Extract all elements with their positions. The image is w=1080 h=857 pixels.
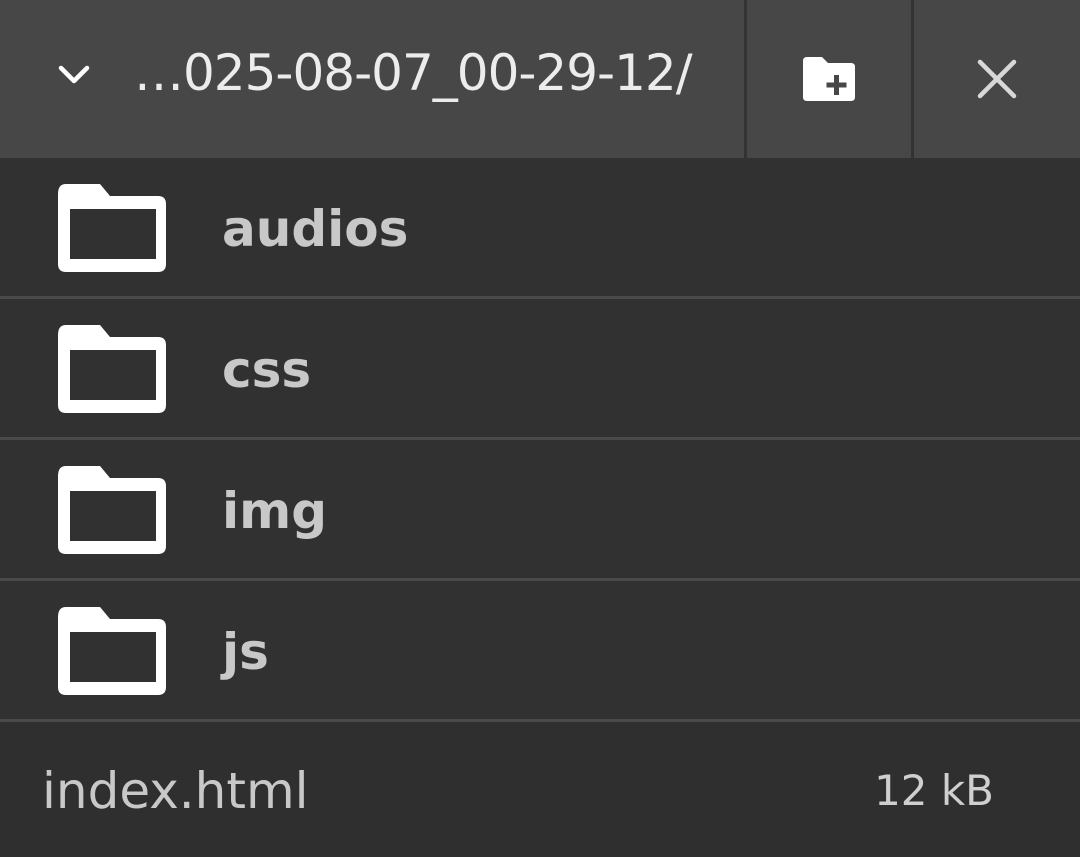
folder-name: audios bbox=[222, 200, 409, 258]
folder-name: css bbox=[222, 341, 312, 399]
header-bar: …025-08-07_00-29-12/ bbox=[0, 0, 1080, 158]
folder-icon bbox=[58, 466, 166, 554]
folder-name: img bbox=[222, 482, 328, 540]
file-row-index-html[interactable]: index.html 12 kB bbox=[0, 722, 1080, 857]
close-button[interactable] bbox=[914, 0, 1080, 158]
path-selector[interactable]: …025-08-07_00-29-12/ bbox=[0, 0, 744, 158]
new-folder-icon bbox=[803, 57, 855, 101]
new-folder-button[interactable] bbox=[747, 0, 911, 158]
folder-list: audios css img js bbox=[0, 158, 1080, 722]
chevron-down-icon[interactable] bbox=[56, 60, 92, 90]
folder-icon bbox=[58, 607, 166, 695]
folder-row-audios[interactable]: audios bbox=[0, 158, 1080, 299]
folder-icon bbox=[58, 184, 166, 272]
close-icon bbox=[977, 59, 1017, 99]
file-browser-panel: …025-08-07_00-29-12/ audios css img js i… bbox=[0, 0, 1080, 857]
current-path: …025-08-07_00-29-12/ bbox=[134, 44, 693, 102]
folder-name: js bbox=[222, 623, 269, 681]
file-name: index.html bbox=[42, 762, 309, 820]
folder-row-img[interactable]: img bbox=[0, 440, 1080, 581]
folder-row-css[interactable]: css bbox=[0, 299, 1080, 440]
folder-icon bbox=[58, 325, 166, 413]
file-size: 12 kB bbox=[874, 766, 994, 815]
folder-row-js[interactable]: js bbox=[0, 581, 1080, 722]
